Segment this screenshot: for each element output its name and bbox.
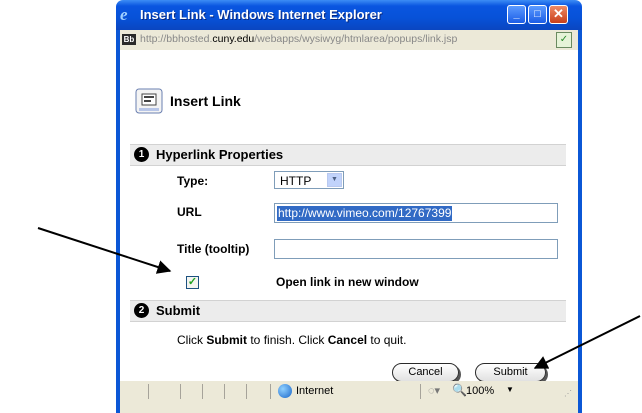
title-label: Title (tooltip) — [177, 242, 250, 256]
resize-grip-icon[interactable]: ⋰ — [564, 389, 574, 399]
status-pane — [246, 384, 247, 399]
page-title: Insert Link — [170, 93, 241, 109]
url-label: URL — [177, 205, 202, 219]
status-pane — [180, 384, 181, 399]
status-pane — [420, 384, 421, 399]
section-hyperlink-properties: 1 Hyperlink Properties — [130, 144, 566, 166]
ie-logo-icon: e — [120, 5, 128, 24]
page-content: Insert Link 1 Hyperlink Properties Type:… — [116, 50, 582, 382]
maximize-button[interactable]: □ — [528, 5, 547, 24]
zone-label: Internet — [296, 385, 334, 397]
submit-instructions: Click Submit to finish. Click Cancel to … — [177, 333, 407, 347]
status-pane — [148, 384, 149, 399]
open-new-window-checkbox[interactable]: ✓ — [186, 276, 199, 289]
status-pane — [270, 384, 271, 399]
status-pane — [202, 384, 203, 399]
ie-window: e Insert Link - Windows Internet Explore… — [116, 0, 582, 413]
insert-link-icon — [135, 88, 163, 114]
title-field[interactable] — [274, 239, 558, 259]
url-value: http://www.vimeo.com/12767399 — [277, 206, 453, 221]
status-pane — [224, 384, 225, 399]
zoom-icon[interactable]: 🔍 — [452, 383, 467, 397]
status-bar: Internet ◌▾ 🔍 100% ▼ ⋰ — [116, 381, 582, 413]
type-value: HTTP — [280, 174, 312, 188]
zoom-level[interactable]: 100% — [466, 385, 494, 397]
submit-button[interactable]: Submit — [475, 363, 546, 382]
title-bar[interactable]: e Insert Link - Windows Internet Explore… — [116, 0, 582, 30]
close-button[interactable]: ✕ — [549, 5, 568, 24]
url-display: http://bbhosted.cuny.edu/webapps/wysiwyg… — [140, 33, 458, 45]
minimize-button[interactable]: _ — [507, 5, 526, 24]
section-title: Submit — [156, 303, 201, 318]
chevron-down-icon[interactable]: ▼ — [327, 173, 342, 187]
verify-icon[interactable]: ✓ — [556, 32, 572, 48]
chevron-down-icon[interactable]: ▼ — [506, 385, 514, 394]
window-title: Insert Link - Windows Internet Explorer — [140, 7, 382, 22]
cancel-button[interactable]: Cancel — [392, 363, 459, 382]
type-select[interactable]: HTTP ▼ — [274, 171, 344, 189]
step-number: 2 — [134, 303, 149, 318]
section-submit: 2 Submit — [130, 300, 566, 322]
section-title: Hyperlink Properties — [156, 147, 284, 162]
internet-zone-globe-icon — [278, 384, 292, 398]
open-new-window-label: Open link in new window — [276, 275, 419, 289]
protected-mode-icon[interactable]: ◌▾ — [428, 384, 440, 397]
step-number: 1 — [134, 147, 149, 162]
address-bar[interactable]: Bb http://bbhosted.cuny.edu/webapps/wysi… — [116, 30, 582, 50]
type-label: Type: — [177, 174, 209, 188]
bb-site-icon: Bb — [122, 34, 136, 45]
